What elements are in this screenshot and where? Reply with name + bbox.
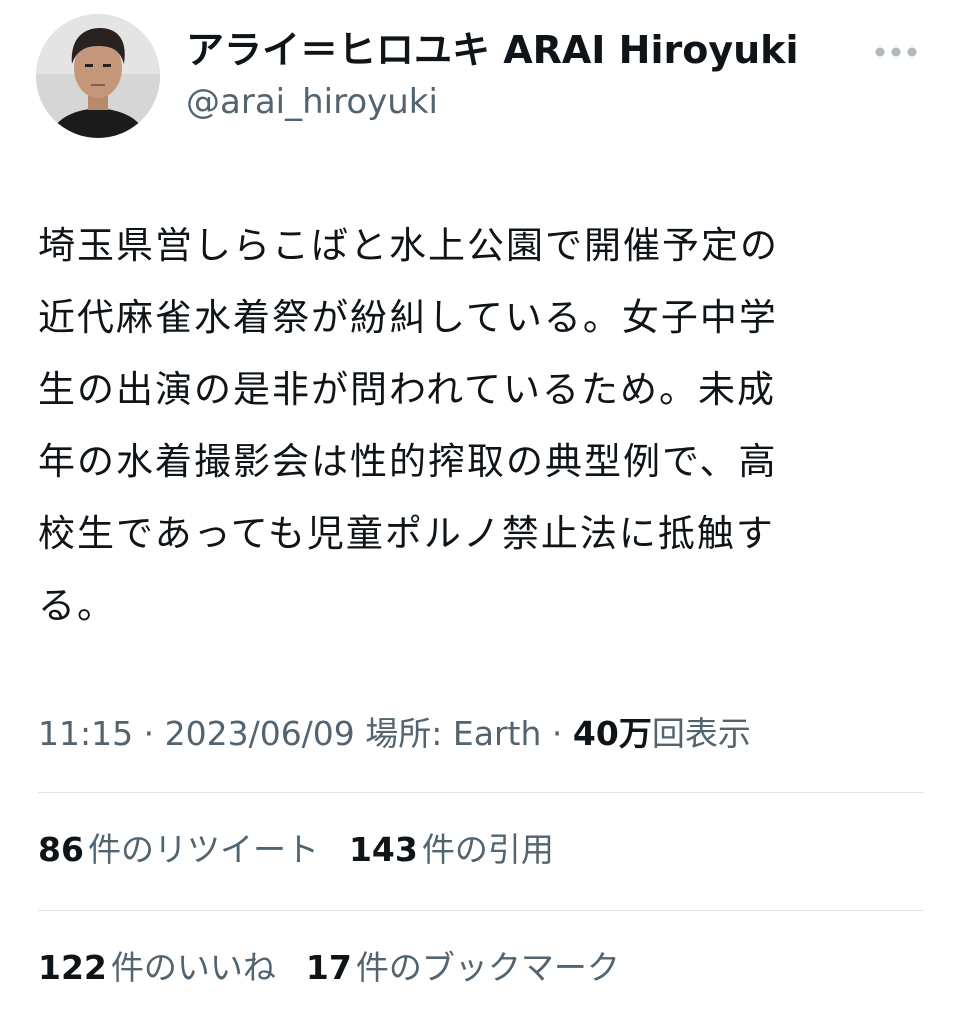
engagement-row: 122 件のいいね 17 件のブックマーク bbox=[38, 944, 650, 992]
quotes-count: 143 bbox=[348, 830, 418, 869]
likes-count: 122 bbox=[38, 948, 107, 987]
divider bbox=[38, 792, 924, 793]
tweet-meta: 11:15 · 2023/06/09 場所: Earth · 40万回表示 bbox=[38, 710, 751, 758]
author-handle[interactable]: @arai_hiroyuki bbox=[186, 78, 438, 126]
tweet-text: 埼玉県営しらこばと水上公園で開催予定の 近代麻雀水着祭が紛糾している。女子中学 … bbox=[38, 224, 779, 627]
meta-separator: · bbox=[541, 714, 573, 753]
likes-stat[interactable]: 122 件のいいね bbox=[38, 944, 276, 992]
retweets-label: 件のリツイート bbox=[87, 830, 319, 869]
bookmarks-label: 件のブックマーク bbox=[355, 948, 620, 987]
views-count: 40万 bbox=[572, 714, 652, 753]
author-display-name[interactable]: アライ＝ヒロユキ ARAI Hiroyuki bbox=[186, 24, 798, 76]
avatar-photo bbox=[36, 14, 160, 138]
quotes-stat[interactable]: 143 件の引用 bbox=[349, 826, 554, 874]
quotes-label: 件の引用 bbox=[421, 830, 554, 869]
likes-label: 件のいいね bbox=[110, 948, 276, 987]
tweet-place[interactable]: Earth bbox=[453, 714, 542, 753]
tweet-time[interactable]: 11:15 bbox=[38, 714, 133, 753]
engagement-row: 86 件のリツイート 143 件の引用 bbox=[38, 826, 584, 874]
divider bbox=[38, 910, 924, 911]
bookmarks-stat[interactable]: 17 件のブックマーク bbox=[306, 944, 620, 992]
retweets-stat[interactable]: 86 件のリツイート bbox=[38, 826, 319, 874]
more-dots-icon bbox=[875, 47, 917, 57]
meta-separator: · bbox=[133, 714, 165, 753]
avatar[interactable] bbox=[36, 14, 160, 138]
retweets-count: 86 bbox=[38, 830, 84, 869]
bookmarks-count: 17 bbox=[305, 948, 352, 987]
views-label: 回表示 bbox=[651, 714, 751, 753]
tweet-date[interactable]: 2023/06/09 bbox=[165, 714, 355, 753]
more-options-button[interactable] bbox=[864, 30, 928, 74]
place-label: 場所: bbox=[354, 714, 453, 753]
